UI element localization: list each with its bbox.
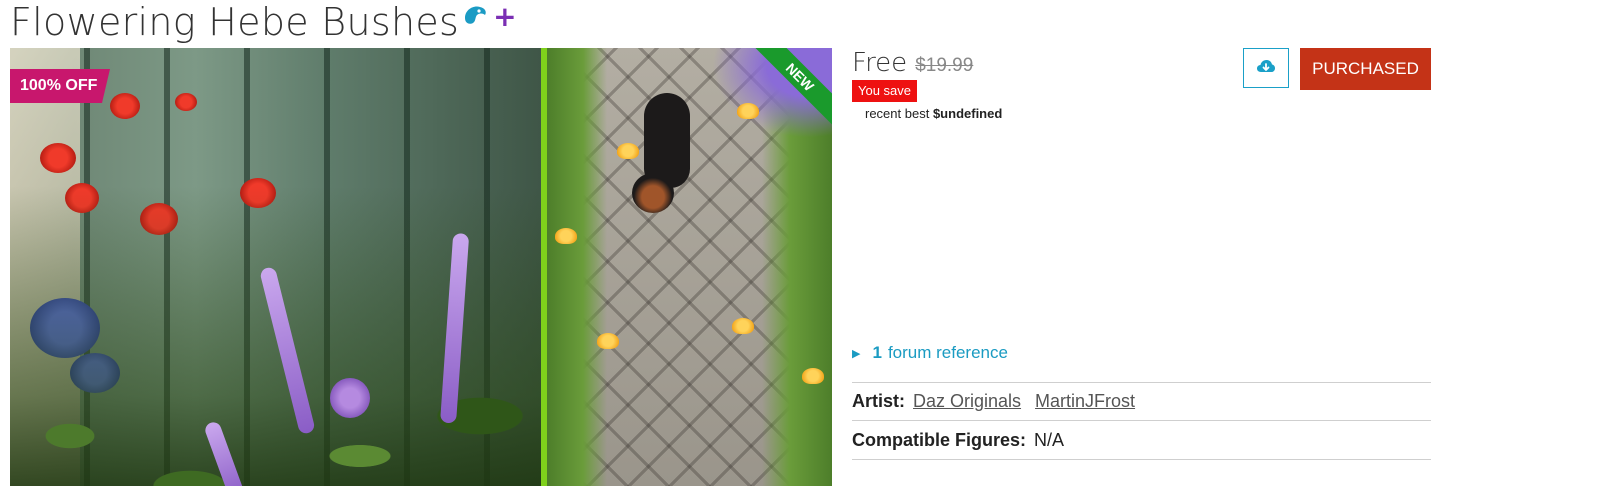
artist-label: Artist: xyxy=(852,391,905,411)
product-image-left xyxy=(10,48,541,486)
discount-badge: 100% OFF xyxy=(10,69,110,103)
new-ribbon-wrap: NEW xyxy=(742,48,832,138)
compatible-figures-value: N/A xyxy=(1034,430,1065,450)
artist-row: Artist: Daz Originals MartinJFrost xyxy=(852,391,1141,412)
expand-triangle-icon: ▶ xyxy=(852,347,861,360)
product-image[interactable]: 100% OFF NEW xyxy=(10,48,832,486)
title-row: Flowering Hebe Bushes + xyxy=(10,0,517,46)
recent-best-label: recent best xyxy=(865,106,930,121)
dog-figure xyxy=(632,93,692,213)
divider-line xyxy=(852,459,1431,460)
purchased-button[interactable]: PURCHASED xyxy=(1300,48,1431,90)
recent-best-value: $undefined xyxy=(932,106,1003,121)
download-button[interactable] xyxy=(1243,48,1289,88)
recent-best: recent best $undefined xyxy=(852,106,1432,121)
forum-reference-link[interactable]: ▶ 1 forum reference xyxy=(852,343,1008,363)
forum-count: 1 xyxy=(872,343,882,362)
divider-line xyxy=(852,382,1431,383)
compatible-figures-label: Compatible Figures: xyxy=(852,430,1027,450)
title-icons: + xyxy=(463,3,517,31)
artist-link-martinjfrost[interactable]: MartinJFrost xyxy=(1035,391,1135,412)
forum-label: forum reference xyxy=(887,343,1008,362)
compatible-figures-row: Compatible Figures: N/A xyxy=(852,430,1064,451)
product-title: Flowering Hebe Bushes xyxy=(10,0,460,44)
divider-line xyxy=(852,420,1431,421)
daz-logo-icon[interactable] xyxy=(463,4,487,31)
cloud-download-icon xyxy=(1256,59,1276,78)
current-price: Free xyxy=(852,48,908,78)
plus-icon[interactable]: + xyxy=(493,3,516,31)
you-save-badge: You save xyxy=(852,80,918,102)
artist-link-daz-originals[interactable]: Daz Originals xyxy=(913,391,1021,412)
original-price: $19.99 xyxy=(915,55,974,76)
new-ribbon: NEW xyxy=(742,48,832,135)
